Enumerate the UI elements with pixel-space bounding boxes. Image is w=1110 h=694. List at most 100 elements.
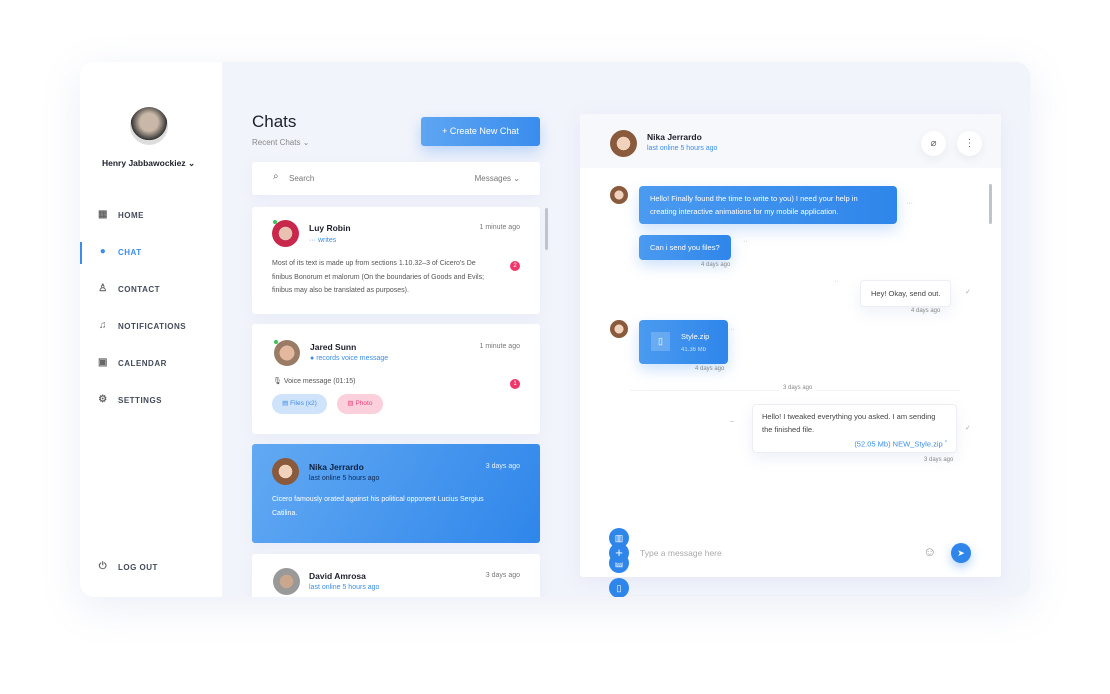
nav-calendar[interactable]: ▣ CALENDAR xyxy=(98,358,167,368)
message-incoming: Hello! Finally found the time to write t… xyxy=(639,186,897,224)
message-input[interactable]: Type a message here xyxy=(640,548,900,558)
logout-button[interactable]: ⏻ LOG OUT xyxy=(98,562,158,572)
chat-item[interactable]: Jared Sunn ● records voice message 1 min… xyxy=(252,324,540,434)
user-name: Henry Jabbawockiez xyxy=(102,158,186,168)
chats-title: Chats xyxy=(252,112,297,131)
nav-label: SETTINGS xyxy=(118,395,163,405)
messages-scrollbar[interactable] xyxy=(989,184,992,224)
user-menu[interactable]: Henry Jabbawockiez ⌄ xyxy=(102,158,195,169)
status: last online 5 hours ago xyxy=(309,475,380,482)
avatar xyxy=(272,220,299,247)
chevron-down-icon: ⌄ xyxy=(188,158,196,168)
nav-label: CHAT xyxy=(118,247,142,257)
avatar xyxy=(610,186,628,204)
message-outgoing: Hey! Okay, send out. xyxy=(860,280,952,307)
file-icon: ▯ xyxy=(616,583,622,593)
online-dot xyxy=(273,220,277,224)
timestamp: 4 days ago xyxy=(911,308,941,314)
send-button[interactable]: ➤ xyxy=(951,543,971,563)
timestamp: 1 minute ago xyxy=(479,224,520,231)
file-icon: ▯ xyxy=(651,332,670,351)
nav-notifications[interactable]: ♫ NOTIFICATIONS xyxy=(98,321,186,331)
calendar-icon: ▣ xyxy=(98,357,108,368)
search-scope-dropdown[interactable]: Messages ⌄ xyxy=(475,174,520,183)
avatar xyxy=(272,458,299,485)
gear-icon: ⚙ xyxy=(98,394,108,405)
photo-chip[interactable]: ▨ Photo xyxy=(337,394,383,414)
timestamp: 3 days ago xyxy=(485,572,520,579)
status-text: writes xyxy=(317,237,337,244)
nav-label: CALENDAR xyxy=(118,358,167,368)
nav-home[interactable]: ▦ HOME xyxy=(98,210,144,220)
timestamp: 4 days ago xyxy=(701,262,731,268)
search-bar: ⌕ Search Messages ⌄ xyxy=(252,162,540,195)
nav-chat[interactable]: ● CHAT xyxy=(98,247,142,257)
read-check-icon: ✓ xyxy=(965,425,971,432)
attach-button[interactable]: ⌀ xyxy=(921,131,946,156)
message-options[interactable]: ·· xyxy=(730,326,735,333)
status: last online 5 hours ago xyxy=(647,145,718,152)
logout-label: LOG OUT xyxy=(118,562,158,572)
user-avatar[interactable] xyxy=(130,107,168,145)
attachment-link[interactable]: (52.05 Mb) NEW_Style.zip ▫ xyxy=(762,435,947,451)
search-input[interactable]: Search xyxy=(289,174,314,183)
link-text: (52.05 Mb) NEW_Style.zip xyxy=(854,439,943,449)
chip-label: Files (x2) xyxy=(290,400,317,407)
message-text: Hello! I tweaked everything you asked. I… xyxy=(762,412,936,434)
contact-name: Nika Jerrardo xyxy=(647,132,702,142)
status-text: records voice message xyxy=(316,355,389,362)
recent-chats-filter[interactable]: Recent Chats ⌄ xyxy=(252,138,309,147)
search-icon: ⌕ xyxy=(273,171,279,182)
chat-list-scrollbar[interactable] xyxy=(545,208,548,250)
chat-item[interactable]: Luy Robin ··· writes 1 minute ago Most o… xyxy=(252,207,540,314)
file-small-icon: ▫ xyxy=(944,438,947,445)
grid-icon: ▦ xyxy=(98,209,108,220)
message-options[interactable]: ··· xyxy=(906,200,913,207)
conversation-header: Nika Jerrardo last online 5 hours ago ⌀ … xyxy=(580,114,1001,168)
avatar xyxy=(274,340,300,366)
more-button[interactable]: ⋮ xyxy=(957,131,982,156)
create-chat-button[interactable]: + Create New Chat xyxy=(421,117,540,146)
unread-badge: 2 xyxy=(510,261,520,271)
nav-settings[interactable]: ⚙ SETTINGS xyxy=(98,395,162,405)
more-vertical-icon: ⋮ xyxy=(964,138,975,149)
active-indicator xyxy=(80,242,82,264)
message-options[interactable]: – xyxy=(730,418,734,425)
file-message[interactable]: ▯ Style.zip 41.36 Mb xyxy=(639,320,728,364)
contact-name: Luy Robin xyxy=(309,223,351,233)
message-options[interactable]: ·· xyxy=(743,238,748,245)
voice-label: Voice message (01:15) xyxy=(283,378,356,385)
message-outgoing: Hello! I tweaked everything you asked. I… xyxy=(752,404,957,453)
message-preview: Most of its text is made up from section… xyxy=(272,260,485,294)
bell-icon: ♫ xyxy=(99,320,107,331)
chevron-down-icon: ⌄ xyxy=(302,138,310,147)
nav-contact[interactable]: ♙ CONTACT xyxy=(98,284,160,294)
message-options[interactable]: ·· xyxy=(834,278,839,285)
chat-bubble-icon: ● xyxy=(99,246,107,257)
avatar xyxy=(610,130,637,157)
filter-label: Recent Chats xyxy=(252,138,301,147)
chat-item[interactable]: David Amrosa last online 5 hours ago 3 d… xyxy=(252,554,540,597)
voice-message[interactable]: 🎙︎ Voice message (01:15) xyxy=(273,375,355,389)
smiley-icon: ☺ xyxy=(923,544,937,559)
app-window: Henry Jabbawockiez ⌄ ▦ HOME ● CHAT ♙ CONTAC… xyxy=(80,62,1030,597)
add-button[interactable]: + xyxy=(609,543,629,563)
mic-icon: 🎙︎ xyxy=(273,378,282,385)
chat-item-selected[interactable]: Nika Jerrardo last online 5 hours ago 3 … xyxy=(252,444,540,543)
send-icon: ➤ xyxy=(957,548,965,558)
power-icon: ⏻ xyxy=(98,561,108,572)
paperclip-icon: ⌀ xyxy=(930,138,937,149)
contact-name: Nika Jerrardo xyxy=(309,462,364,472)
files-chip[interactable]: ▤ Files (x2) xyxy=(272,394,327,414)
status: ● records voice message xyxy=(310,355,389,362)
timestamp: 1 minute ago xyxy=(479,343,520,350)
emoji-button[interactable]: ☺ xyxy=(923,544,936,559)
conversation-panel: Nika Jerrardo last online 5 hours ago ⌀ … xyxy=(580,114,1001,597)
status: ··· writes xyxy=(309,237,337,244)
sidebar: Henry Jabbawockiez ⌄ ▦ HOME ● CHAT ♙ CONTAC… xyxy=(80,62,222,597)
file-attach-button[interactable]: ▯ xyxy=(609,578,629,597)
nav-label: CONTACT xyxy=(118,284,161,294)
contact-name: Jared Sunn xyxy=(310,342,357,352)
status: last online 5 hours ago xyxy=(309,584,380,591)
read-check-icon: ✓ xyxy=(965,289,971,296)
